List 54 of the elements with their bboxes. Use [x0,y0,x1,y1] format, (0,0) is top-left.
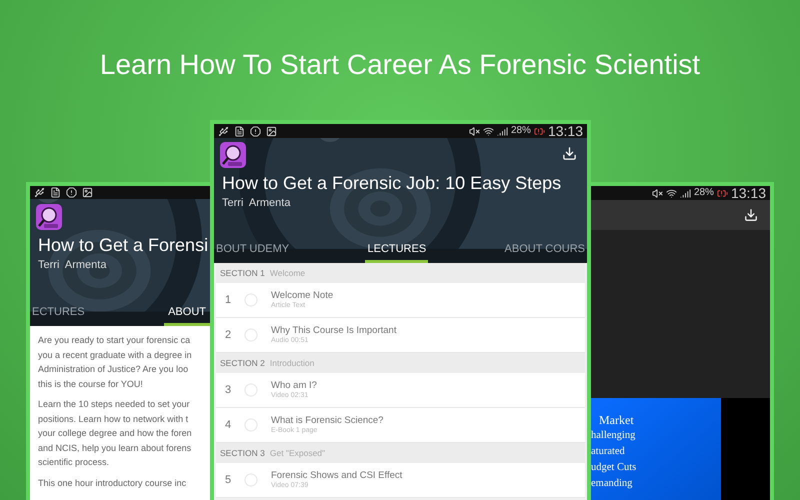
lecture-title: What is Forensic Science? [271,414,384,426]
tab[interactable]: ECTURES [30,302,85,326]
lecture-title: Welcome Note [271,290,334,302]
battery-icon [716,188,728,198]
lecture-title: Who am I? [271,380,317,392]
usb-icon [34,187,45,198]
lecture-title: Why This Course Is Important [271,324,396,336]
download-icon[interactable] [744,208,758,222]
slide-text: aturated [591,445,626,459]
document-icon [50,187,61,198]
lecture-number: 5 [224,472,232,488]
description-paragraph: Are you ready to start your forensic ca you a recent graduate with a degree in Administration of Justice? Are you loo this is the course for YOU! [38,334,193,390]
section-number: SECTION 3 [220,446,265,460]
tab[interactable]: ABOUT COURS [502,239,587,263]
description-paragraph: Learn the 10 steps needed to set your positions. Learn how to network with t your college degree and how the foren and NCIS, help you learn about forens scientific process. [38,398,193,469]
tab[interactable]: BOUT UDEMY [214,239,292,263]
battery-percent: 28% [510,126,531,136]
section-name: Introduction [270,356,314,370]
lecture-number: 3 [224,382,232,398]
app-logo-icon [36,204,62,230]
battery-icon [534,126,545,136]
lecture-number: 4 [224,418,232,433]
battery-percent: 28% [694,188,714,198]
clock: 13:13 [548,124,583,138]
clock: 13:13 [730,186,766,200]
lecture-title: Forensic Shows and CSI Effect [271,470,402,482]
slide-text: emanding [591,477,634,491]
description-paragraph: This one hour introductory course inc [38,476,188,490]
document-icon [234,126,245,136]
section-number: SECTION 2 [220,356,265,370]
alert-icon [66,187,77,198]
slide-text: Market [598,412,635,428]
app-logo-icon [220,142,246,168]
image-icon [266,126,277,136]
image-icon [82,187,93,198]
course-title: How to Get a Forensic Job: 10 Easy Steps [221,172,562,194]
wifi-icon [482,126,494,136]
mute-icon [468,126,480,136]
slide-text: hallenging [591,429,636,443]
lecture-number: 2 [224,328,232,343]
wifi-icon [666,188,677,198]
section-number: SECTION 1 [220,266,265,280]
slide-text: udget Cuts [591,461,638,475]
lecture-number: 1 [224,292,232,308]
usb-icon [218,126,229,136]
section-name: Welcome [270,266,306,280]
headline: Learn How To Start Career As Forensic Scientist [98,48,702,82]
section-name: Get "Exposed" [270,446,326,460]
course-title: How to Get a Forensi [37,234,210,256]
download-icon[interactable] [562,146,577,161]
alert-icon [250,126,261,136]
author-name: Terri Armenta [221,196,292,210]
mute-icon [652,188,663,198]
author-name: Terri Armenta [37,258,108,272]
